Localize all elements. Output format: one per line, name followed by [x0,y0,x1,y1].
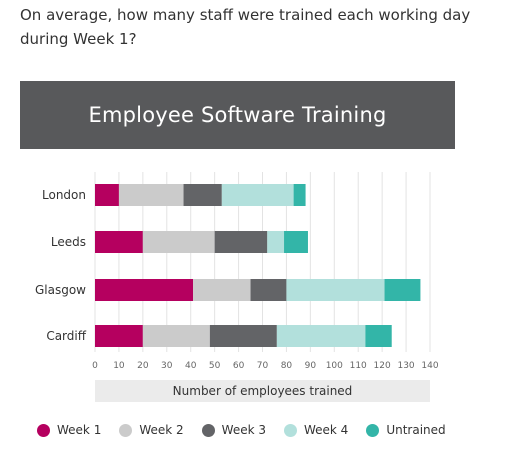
legend-swatch-week-3 [201,423,215,437]
bar-leeds-week-4 [267,231,285,253]
legend-item-week-3: Week 3 [201,423,266,437]
x-tick-label-110: 110 [350,361,367,371]
legend-label-week-1: Week 1 [57,423,102,437]
chart-legend: Week 1 Week 2 Week 3 Week 4 Untrained [37,421,464,439]
chart-title: Employee Software Training [20,81,455,149]
bar-leeds-untrained [284,231,308,253]
x-tick-label-100: 100 [326,361,343,371]
stacked-bar-chart: London Leeds Glasgow Cardiff 0 10 20 30 40 50 60 70… [35,172,439,371]
legend-swatch-week-2 [119,423,133,437]
bar-cardiff-week-3 [209,325,277,347]
legend-item-week-4: Week 4 [283,423,349,437]
bar-cardiff-untrained [365,325,392,347]
bar-glasgow-week-4 [286,279,385,301]
x-tick-label-10: 10 [113,361,125,371]
x-tick-label-80: 80 [281,361,293,371]
x-tick-label-120: 120 [374,361,391,371]
bar-leeds-week-3 [214,231,268,253]
x-tick-label-140: 140 [421,361,438,371]
bar-london-week-4 [221,184,294,206]
bar-cardiff-week-2 [142,325,210,347]
legend-swatch-untrained [366,423,380,437]
legend-swatch-week-1 [37,423,50,437]
x-axis-label: Number of employees trained [95,380,430,402]
x-tick-label-40: 40 [185,361,197,371]
bar-london-week-2 [118,184,184,206]
bar-leeds-week-1 [95,231,143,253]
legend-item-week-2: Week 2 [119,423,184,437]
x-tick-label-60: 60 [233,361,245,371]
category-label-cardiff: Cardiff [46,329,86,343]
legend-swatch-week-4 [283,423,297,437]
bar-cardiff-week-4 [276,325,366,347]
x-tick-label-130: 130 [397,361,414,371]
x-tick-label-20: 20 [137,361,149,371]
bar-london-untrained [293,184,306,206]
x-tick-label-30: 30 [161,361,173,371]
legend-label-week-3: Week 3 [221,423,266,437]
category-label-glasgow: Glasgow [35,283,86,297]
legend-item-untrained: Untrained [366,423,446,437]
bar-glasgow-week-2 [193,279,251,301]
question-text: On average, how many staff were trained … [20,6,471,48]
x-tick-label-50: 50 [209,361,221,371]
bar-london-week-3 [183,184,222,206]
legend-item-week-1: Week 1 [37,423,101,437]
legend-label-untrained: Untrained [386,423,446,437]
bar-leeds-week-2 [142,231,215,253]
bar-london-week-1 [95,184,119,206]
bar-glasgow-untrained [384,279,421,301]
x-tick-label-70: 70 [257,361,269,371]
bar-glasgow-week-1 [95,279,194,301]
legend-label-week-2: Week 2 [139,423,184,437]
x-tick-label-0: 0 [92,361,98,371]
bar-glasgow-week-3 [250,279,287,301]
category-label-london: London [42,188,86,202]
category-label-leeds: Leeds [51,235,86,249]
bar-cardiff-week-1 [95,325,143,347]
x-tick-label-90: 90 [305,361,317,371]
legend-label-week-4: Week 4 [303,423,349,437]
